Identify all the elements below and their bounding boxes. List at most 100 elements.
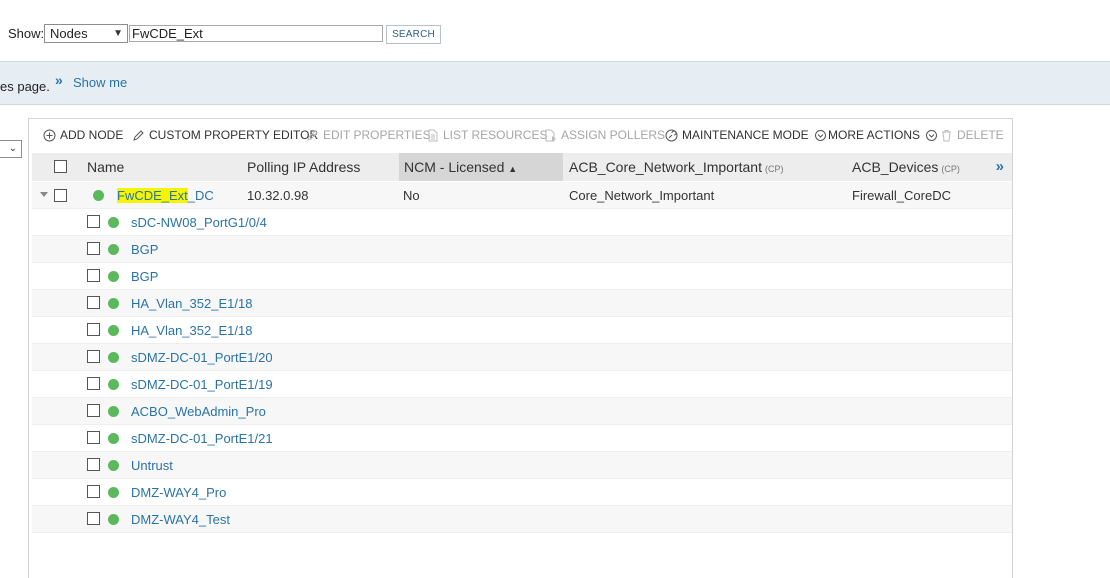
node-acb-core: Core_Network_Important xyxy=(569,188,715,203)
add-node-button[interactable]: ADD NODE xyxy=(43,128,123,142)
status-up-icon xyxy=(108,271,119,282)
row-checkbox[interactable] xyxy=(87,323,100,336)
interface-name-link[interactable]: HA_Vlan_352_E1/18 xyxy=(131,290,252,317)
status-up-icon xyxy=(108,325,119,336)
assign-pollers-button[interactable]: ASSIGN POLLERS xyxy=(544,128,665,142)
plus-circle-icon xyxy=(43,129,56,142)
row-checkbox[interactable] xyxy=(87,242,100,255)
pencil-icon xyxy=(132,129,145,142)
chevron-down-circle-icon xyxy=(814,129,827,142)
row-checkbox[interactable] xyxy=(87,512,100,525)
more-actions-button[interactable]: MORE ACTIONS xyxy=(828,128,942,142)
row-checkbox[interactable] xyxy=(87,404,100,417)
status-up-icon xyxy=(108,514,119,525)
status-up-icon xyxy=(108,487,119,498)
maintenance-mode-label: MAINTENANCE MODE xyxy=(682,128,809,142)
search-input[interactable]: FwCDE_Ext xyxy=(129,25,383,42)
table-row-interface[interactable]: DMZ-WAY4_Pro xyxy=(32,479,1012,506)
row-checkbox[interactable] xyxy=(54,189,67,202)
more-actions-label: MORE ACTIONS xyxy=(828,128,921,142)
assign-pollers-label: ASSIGN POLLERS xyxy=(561,128,666,142)
interface-name-link[interactable]: Untrust xyxy=(131,452,173,479)
list-resources-button[interactable]: LIST RESOURCES xyxy=(426,128,547,142)
column-header-ncm-label: NCM - Licensed xyxy=(404,159,505,175)
table-row-interface[interactable]: sDMZ-DC-01_PortE1/19 xyxy=(32,371,1012,398)
more-columns-button[interactable]: » xyxy=(996,153,1004,181)
cp-tag: (CP) xyxy=(941,164,960,174)
node-ip: 10.32.0.98 xyxy=(247,188,309,203)
table-row-interface[interactable]: sDMZ-DC-01_PortE1/20 xyxy=(32,344,1012,371)
interface-name-link[interactable]: sDMZ-DC-01_PortE1/21 xyxy=(131,425,273,452)
chevron-down-icon: ⌄ xyxy=(8,143,17,154)
row-checkbox[interactable] xyxy=(87,269,100,282)
banner-text: es page. xyxy=(0,79,50,94)
custom-property-editor-label: CUSTOM PROPERTY EDITOR xyxy=(149,128,319,142)
custom-property-editor-button[interactable]: CUSTOM PROPERTY EDITOR xyxy=(132,128,318,142)
wrench-icon xyxy=(665,129,678,142)
column-header-acb-core-label: ACB_Core_Network_Important xyxy=(569,159,762,175)
show-select[interactable]: Nodes ▼ xyxy=(44,24,128,43)
table-row-interface[interactable]: sDMZ-DC-01_PortE1/21 xyxy=(32,425,1012,452)
table-row-interface[interactable]: HA_Vlan_352_E1/18 xyxy=(32,290,1012,317)
interface-name-link[interactable]: BGP xyxy=(131,236,158,263)
pencil-icon xyxy=(306,129,319,142)
interface-name-link[interactable]: HA_Vlan_352_E1/18 xyxy=(131,317,252,344)
left-dropdown[interactable]: ⌄ xyxy=(0,140,22,158)
interface-name-link[interactable]: DMZ-WAY4_Test xyxy=(131,506,230,533)
edit-properties-button[interactable]: EDIT PROPERTIES xyxy=(306,128,431,142)
cp-tag: (CP) xyxy=(764,164,784,174)
table-row-interface[interactable]: sDC-NW08_PortG1/0/4 xyxy=(32,209,1012,236)
table-row-interface[interactable]: DMZ-WAY4_Test xyxy=(32,506,1012,533)
column-header-name[interactable]: Name xyxy=(87,153,124,181)
interface-name-link[interactable]: sDC-NW08_PortG1/0/4 xyxy=(131,209,267,236)
search-bar: Show: Nodes ▼ FwCDE_Ext SEARCH xyxy=(0,0,1110,61)
search-button[interactable]: SEARCH xyxy=(386,25,441,44)
row-checkbox[interactable] xyxy=(87,377,100,390)
interface-name-link[interactable]: sDMZ-DC-01_PortE1/20 xyxy=(131,344,273,371)
show-label: Show: xyxy=(8,26,45,41)
table-row-interface[interactable]: HA_Vlan_352_E1/18 xyxy=(32,317,1012,344)
status-up-icon xyxy=(108,217,119,228)
status-up-icon xyxy=(108,352,119,363)
row-checkbox[interactable] xyxy=(87,215,100,228)
column-header-polling-ip[interactable]: Polling IP Address xyxy=(247,153,360,181)
row-checkbox[interactable] xyxy=(87,485,100,498)
maintenance-mode-button[interactable]: MAINTENANCE MODE xyxy=(665,128,831,142)
node-ncm: No xyxy=(403,188,420,203)
interface-name-link[interactable]: DMZ-WAY4_Pro xyxy=(131,479,226,506)
delete-button[interactable]: DELETE xyxy=(940,128,1004,142)
interface-name-link[interactable]: BGP xyxy=(131,263,158,290)
status-up-icon xyxy=(108,433,119,444)
column-header-acb-devices[interactable]: ACB_Devices (CP) xyxy=(852,153,960,181)
row-checkbox[interactable] xyxy=(87,350,100,363)
table-row-interface[interactable]: BGP xyxy=(32,263,1012,290)
trash-icon xyxy=(940,129,953,142)
chevron-down-circle-icon xyxy=(925,129,938,142)
node-name-link[interactable]: FwCDE_Ext_DC xyxy=(117,182,214,209)
interface-name-link[interactable]: sDMZ-DC-01_PortE1/19 xyxy=(131,371,273,398)
delete-label: DELETE xyxy=(957,128,1004,142)
row-checkbox[interactable] xyxy=(87,431,100,444)
show-select-value: Nodes xyxy=(50,26,88,41)
table-row-interface[interactable]: BGP xyxy=(32,236,1012,263)
row-checkbox[interactable] xyxy=(87,458,100,471)
list-resources-label: LIST RESOURCES xyxy=(443,128,548,142)
interface-name-link[interactable]: ACBO_WebAdmin_Pro xyxy=(131,398,266,425)
table-row-interface[interactable]: ACBO_WebAdmin_Pro xyxy=(32,398,1012,425)
double-chevron-right-icon: » xyxy=(55,72,63,88)
table-row-interface[interactable]: Untrust xyxy=(32,452,1012,479)
status-up-icon xyxy=(108,298,119,309)
document-icon xyxy=(426,129,439,142)
show-me-link[interactable]: Show me xyxy=(73,75,127,90)
toolbar: ADD NODE CUSTOM PROPERTY EDITOR EDIT PRO… xyxy=(29,119,1012,152)
column-header-acb-core[interactable]: ACB_Core_Network_Important (CP) xyxy=(569,153,783,181)
add-node-label: ADD NODE xyxy=(60,128,124,142)
table-row-node[interactable]: FwCDE_Ext_DC 10.32.0.98 No Core_Network_… xyxy=(32,182,1012,209)
chevron-down-icon: ▼ xyxy=(113,28,123,39)
status-up-icon xyxy=(93,190,104,201)
column-header-ncm[interactable]: NCM - Licensed ▲ xyxy=(399,153,563,181)
row-checkbox[interactable] xyxy=(87,296,100,309)
select-all-checkbox[interactable] xyxy=(54,160,67,173)
collapse-triangle-icon[interactable] xyxy=(40,192,48,197)
node-name-rest: _DC xyxy=(187,188,214,203)
